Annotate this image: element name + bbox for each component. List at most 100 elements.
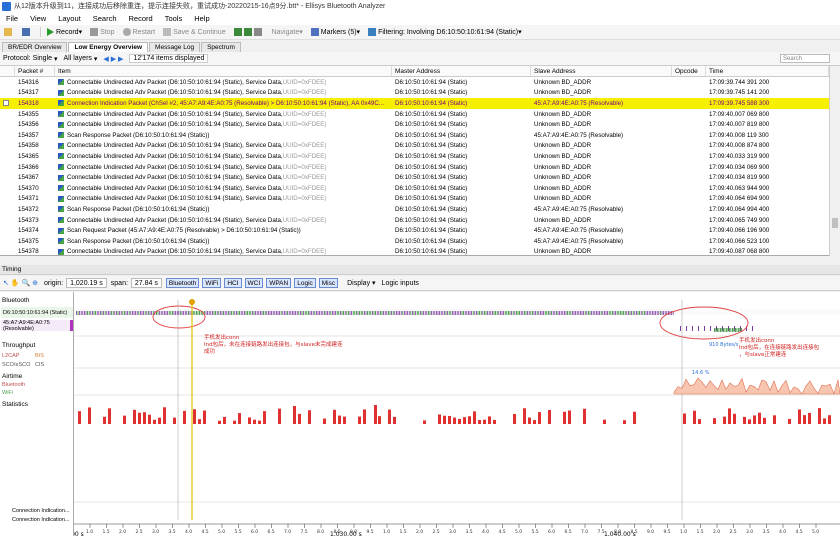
menu-search[interactable]: Search: [93, 14, 117, 23]
row-checkbox[interactable]: [0, 130, 15, 141]
chip-hci[interactable]: HCI: [224, 278, 242, 288]
packet-mark: [570, 311, 572, 315]
table-row[interactable]: 154317 Connectable Undirected Adv Packet …: [0, 88, 829, 99]
span-field[interactable]: 27.84 s: [130, 278, 162, 288]
packet-mark: [340, 311, 341, 315]
save-icon[interactable]: [22, 28, 32, 36]
chip-misc[interactable]: Misc: [318, 278, 339, 288]
nav-icons[interactable]: [233, 28, 264, 36]
menu-view[interactable]: View: [30, 14, 46, 23]
device-row-2[interactable]: 45:A7:A9:4E:A0:75 (Resolvable): [1, 320, 73, 332]
column-item[interactable]: Item: [55, 66, 392, 76]
table-row[interactable]: 154378 Connectable Undirected Adv Packet …: [0, 247, 829, 256]
table-row[interactable]: 154366 Connectable Undirected Adv Packet …: [0, 162, 829, 173]
chip-wpan[interactable]: WPAN: [266, 278, 292, 288]
tab-spectrum[interactable]: Spectrum: [201, 42, 241, 52]
timing-tool-icons[interactable]: ↖ ✋ 🔍 ⊕: [3, 279, 38, 287]
layers-select[interactable]: All layers ▾: [64, 55, 98, 63]
row-checkbox[interactable]: [0, 247, 15, 256]
column-opcode[interactable]: Opcode: [672, 66, 706, 76]
packet-mark: [402, 311, 404, 315]
row-checkbox[interactable]: [0, 88, 15, 99]
record-button[interactable]: Record ▾: [47, 28, 82, 36]
column-time[interactable]: Time: [706, 66, 829, 76]
arrow-icons[interactable]: ◀ ▶ ▶: [103, 55, 123, 63]
connection-item-2[interactable]: Connection Indication...: [1, 515, 73, 524]
origin-field[interactable]: 1,020.19 s: [66, 278, 107, 288]
row-checkbox[interactable]: [0, 215, 15, 226]
table-row[interactable]: 154365 Connectable Undirected Adv Packet …: [0, 151, 829, 162]
row-checkbox[interactable]: [0, 98, 15, 109]
table-row[interactable]: 154371 Connectable Undirected Adv Packet …: [0, 194, 829, 205]
folder-icon[interactable]: [4, 28, 14, 36]
packet-mark: [194, 311, 196, 315]
packet-mark: [101, 311, 103, 315]
column-packet[interactable]: Packet #: [15, 66, 55, 76]
row-checkbox[interactable]: [0, 236, 15, 247]
row-checkbox[interactable]: [0, 119, 15, 130]
packet-mark: [508, 311, 509, 315]
tab-message-log[interactable]: Message Log: [149, 42, 201, 52]
menu-tools[interactable]: Tools: [165, 14, 183, 23]
tab-bredr-overview[interactable]: BR/EDR Overview: [2, 42, 68, 52]
protocol-select[interactable]: Protocol: Single ▾: [3, 55, 58, 63]
column-master[interactable]: Master Address: [392, 66, 531, 76]
row-checkbox[interactable]: [0, 204, 15, 215]
packet-mark: [77, 311, 79, 315]
device-row-1[interactable]: D6:10:50:10:61:94 (Static): [1, 307, 73, 318]
filter-button[interactable]: Filtering: Involving D6:10:50:10:61:94 (…: [368, 28, 522, 36]
table-row[interactable]: 154356 Connectable Undirected Adv Packet …: [0, 119, 829, 130]
packet-mark: [530, 311, 532, 315]
row-checkbox[interactable]: [0, 151, 15, 162]
table-row[interactable]: 154374 Scan Request Packet (45:A7:A9:4E:A…: [0, 225, 829, 236]
packet-icon: [58, 206, 64, 213]
table-row[interactable]: 154375 Scan Response Packet (D6:10:50:10:…: [0, 236, 829, 247]
table-row[interactable]: 154367 Connectable Undirected Adv Packet …: [0, 172, 829, 183]
chip-wifi[interactable]: WiFi: [202, 278, 222, 288]
markers-button[interactable]: Markers (5) ▾: [310, 28, 360, 36]
row-checkbox[interactable]: [0, 109, 15, 120]
chip-wci[interactable]: WCI: [244, 278, 264, 288]
scroll-thumb[interactable]: [832, 218, 838, 228]
packet-mark: [226, 311, 228, 315]
table-row[interactable]: 154316 Connectable Undirected Adv Packet …: [0, 77, 829, 88]
stop-button[interactable]: Stop: [90, 28, 115, 36]
packet-mark: [311, 311, 312, 315]
restart-button[interactable]: Restart: [122, 28, 155, 36]
timing-plot[interactable]: 手机发出conn Ind包后，未在连接链路发出连接包，与slave未完成建连 成功手…: [74, 292, 840, 536]
table-row[interactable]: 154373 Connectable Undirected Adv Packet …: [0, 215, 829, 226]
row-checkbox[interactable]: [0, 225, 15, 236]
save-continue-button[interactable]: Save & Continue: [163, 28, 226, 36]
timing-canvas[interactable]: 手机发出connInd包后，未在连接链路发出连接包，与slave未完成建连成功手…: [74, 292, 840, 536]
packet-mark: [461, 311, 463, 315]
display-menu[interactable]: Display ▾: [347, 279, 375, 287]
packet-mark: [429, 311, 431, 315]
vertical-scrollbar[interactable]: [829, 66, 840, 256]
logic-inputs-button[interactable]: Logic inputs: [382, 280, 419, 287]
menu-layout[interactable]: Layout: [58, 14, 81, 23]
table-row[interactable]: 154372 Scan Response Packet (D6:10:50:10:…: [0, 204, 829, 215]
navigate-button[interactable]: Navigate ▾: [272, 28, 303, 37]
chip-logic[interactable]: Logic: [294, 278, 316, 288]
table-row[interactable]: 154370 Connectable Undirected Adv Packet …: [0, 183, 829, 194]
column-slave[interactable]: Slave Address: [531, 66, 672, 76]
table-row[interactable]: 154318 Connection Indication Packet (ChSe…: [0, 98, 829, 109]
connection-item-1[interactable]: Connection Indication...: [1, 506, 73, 515]
tab-le-overview[interactable]: Low Energy Overview: [68, 42, 149, 52]
menu-help[interactable]: Help: [194, 14, 209, 23]
row-checkbox[interactable]: [0, 141, 15, 152]
search-input[interactable]: Search: [780, 54, 830, 63]
chip-bluetooth[interactable]: Bluetooth: [165, 278, 200, 288]
row-checkbox[interactable]: [0, 194, 15, 205]
row-checkbox[interactable]: [0, 77, 15, 88]
table-row[interactable]: 154355 Connectable Undirected Adv Packet …: [0, 109, 829, 120]
packet-mark: [661, 311, 663, 315]
row-checkbox[interactable]: [0, 172, 15, 183]
menu-file[interactable]: File: [6, 14, 18, 23]
table-row[interactable]: 154357 Scan Response Packet (D6:10:50:10:…: [0, 130, 829, 141]
menu-record[interactable]: Record: [129, 14, 153, 23]
row-checkbox[interactable]: [0, 162, 15, 173]
row-checkbox[interactable]: [0, 183, 15, 194]
packet-mark: [664, 311, 666, 315]
table-row[interactable]: 154358 Connectable Undirected Adv Packet …: [0, 141, 829, 152]
